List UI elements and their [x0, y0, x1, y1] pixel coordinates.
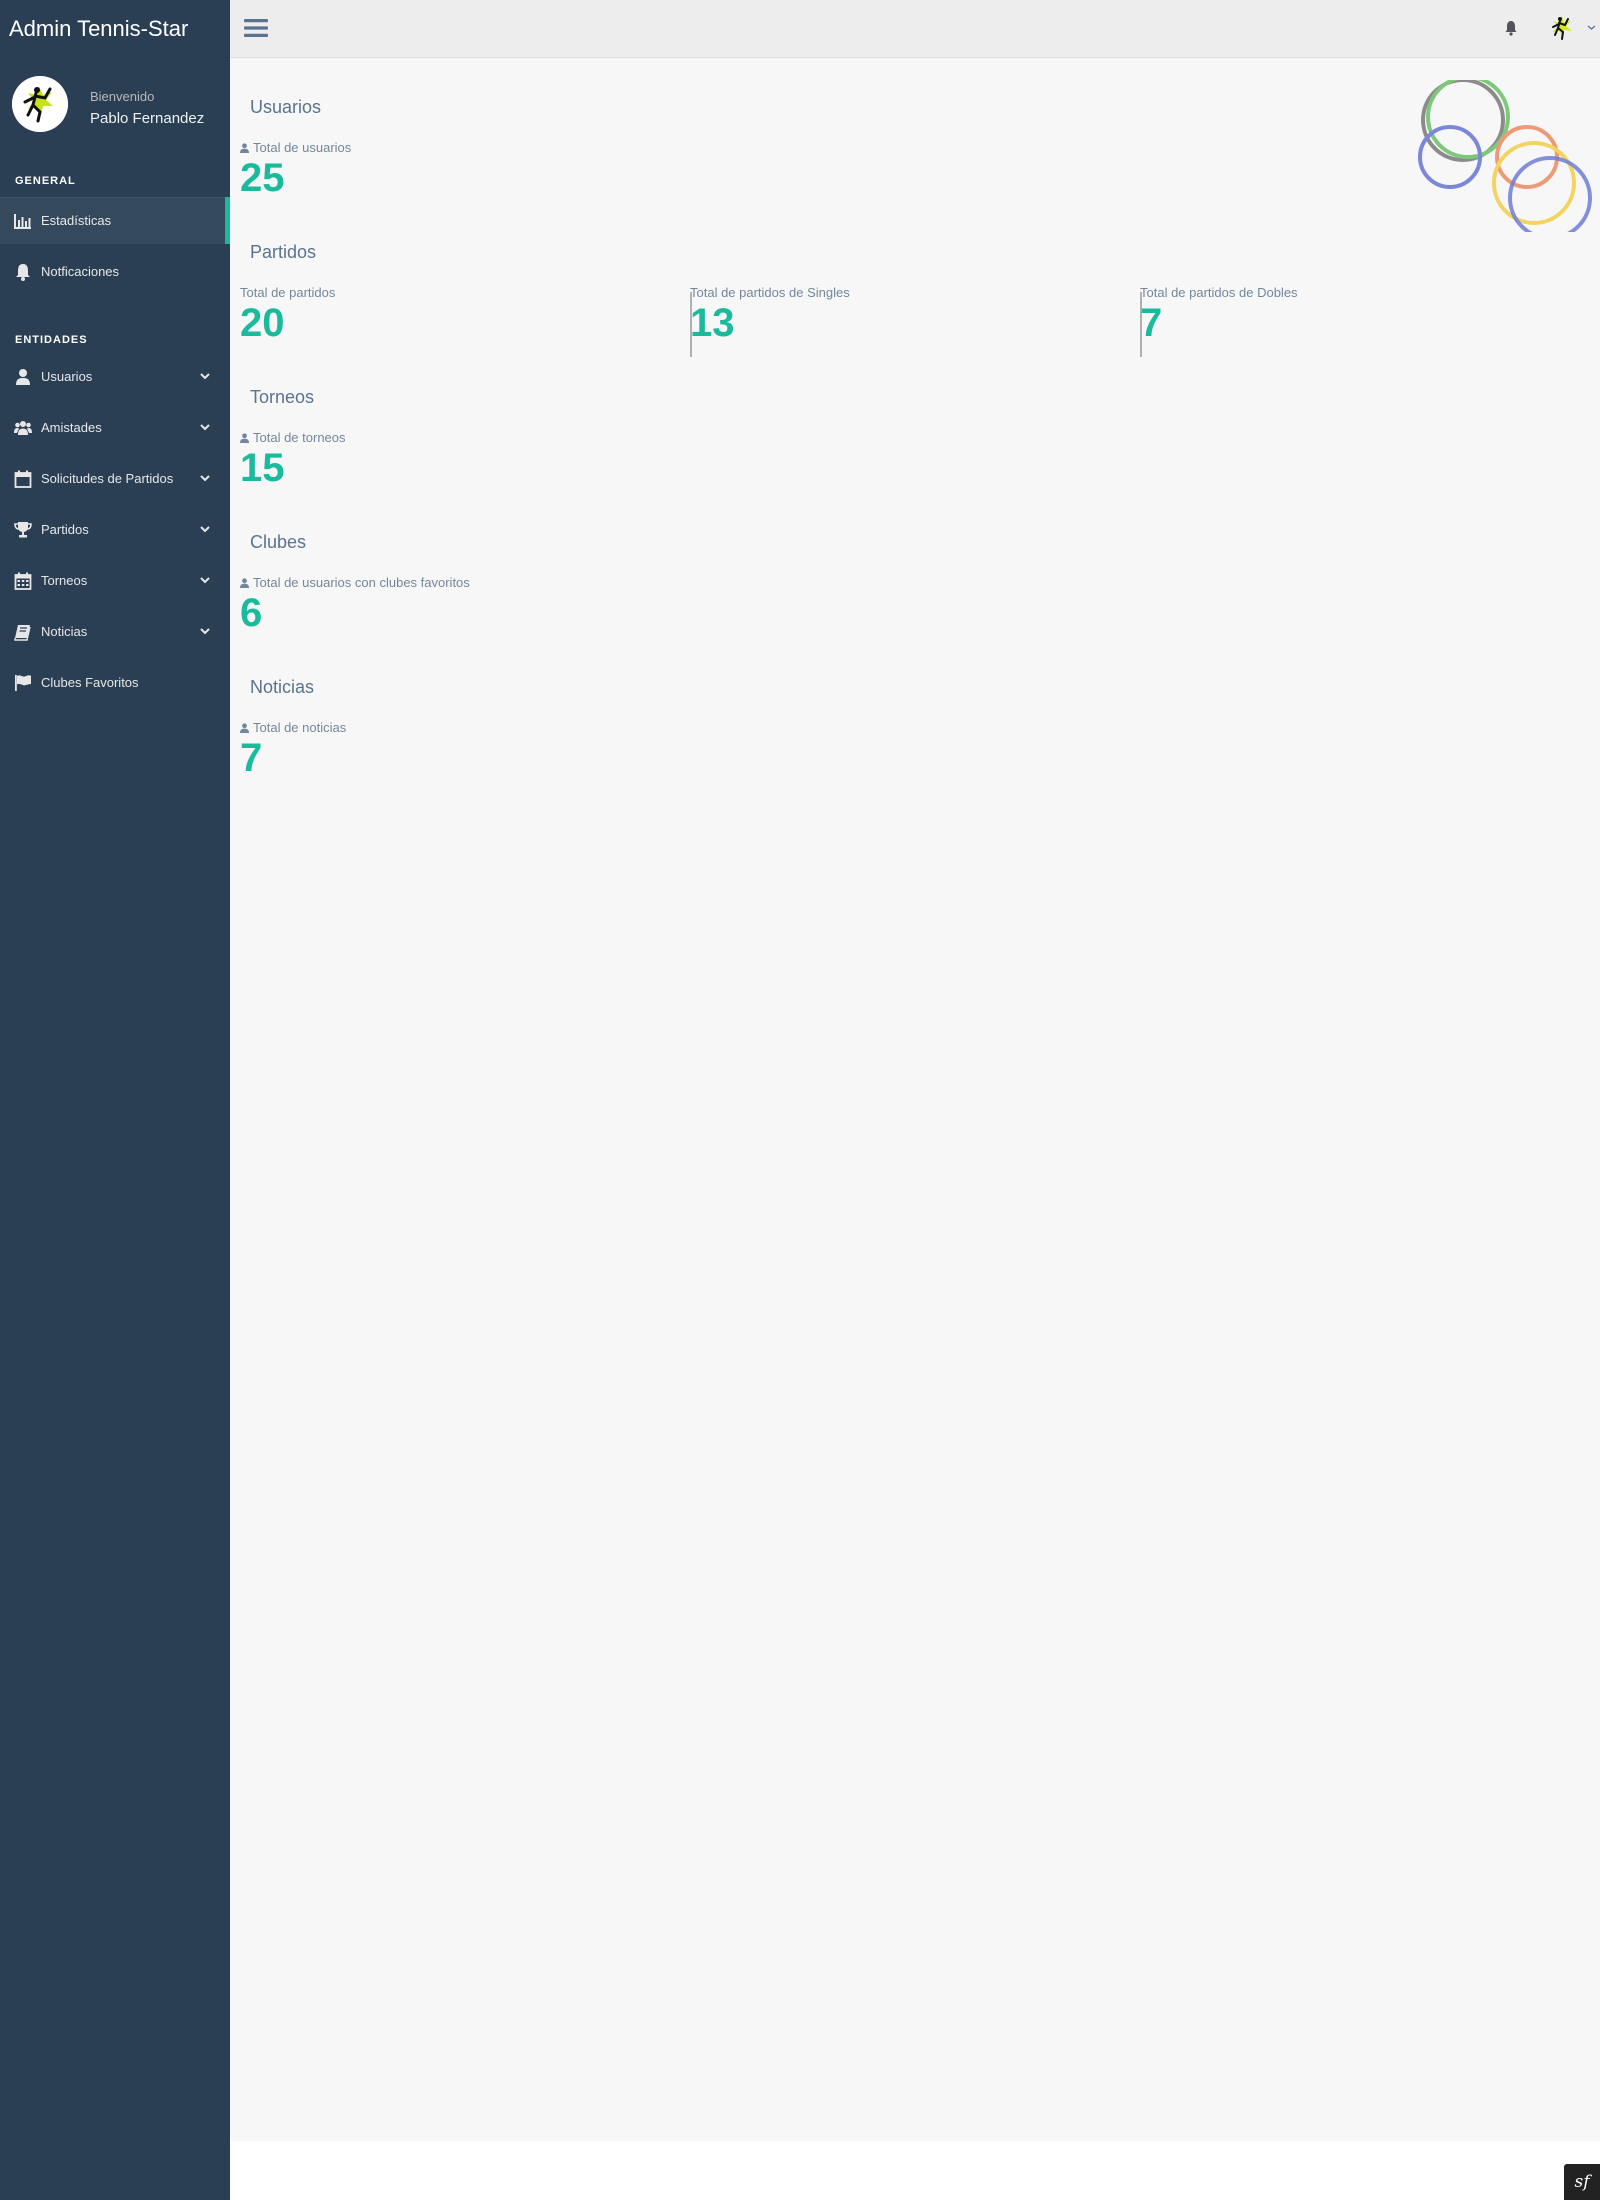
stat-tile-total-torneos: Total de torneos 15: [230, 430, 680, 510]
stat-tile-usuarios-clubes: Total de usuarios con clubes favoritos 6: [230, 575, 680, 655]
book-icon: [14, 625, 31, 641]
calendar-icon: [14, 470, 32, 488]
stat-caption: Total de partidos de Singles: [690, 285, 850, 300]
sidebar-item-noticias[interactable]: Noticias: [0, 608, 230, 655]
user-icon: [240, 143, 249, 153]
section-title-general: GENERAL: [15, 175, 76, 187]
bell-icon: [16, 264, 30, 281]
stat-caption: Total de partidos de Dobles: [1140, 285, 1298, 300]
stat-caption: Total de partidos: [240, 285, 336, 300]
section-title-clubes: Clubes: [250, 532, 307, 552]
stat-caption: Total de usuarios con clubes favoritos: [253, 575, 470, 590]
stat-value: 13: [690, 301, 735, 345]
user-dropdown-chevron-icon[interactable]: [1587, 24, 1596, 31]
stat-tile-partidos-singles: Total de partidos de Singles 13: [680, 285, 1130, 365]
main-content: Usuarios Total de usuarios 25 Partidos T…: [230, 58, 1600, 2141]
bar-chart-icon: [14, 214, 31, 229]
user-avatar[interactable]: [1548, 14, 1576, 42]
symfony-logo-icon: sf: [1574, 2172, 1590, 2192]
sidebar-item-partidos[interactable]: Partidos: [0, 506, 230, 553]
chevron-down-icon: [200, 628, 210, 635]
flag-icon: [15, 675, 31, 691]
brand-title[interactable]: Admin Tennis-Star: [0, 0, 230, 58]
menu-toggle-icon[interactable]: [244, 18, 268, 38]
stat-value: 7: [1140, 301, 1163, 345]
notifications-bell-icon[interactable]: [1504, 20, 1518, 36]
stat-caption: Total de torneos: [253, 430, 346, 445]
sidebar: Admin Tennis-Star Bienvenido Pablo Ferna…: [0, 0, 230, 2200]
sidebar-item-amistades[interactable]: Amistades: [0, 404, 230, 451]
user-icon: [16, 369, 30, 385]
sidebar-item-label: Amistades: [41, 420, 102, 435]
section-title-partidos: Partidos: [250, 242, 317, 262]
chevron-down-icon: [200, 526, 210, 533]
sidebar-item-clubes-favoritos[interactable]: Clubes Favoritos: [0, 659, 230, 706]
welcome-text: Bienvenido: [90, 89, 155, 104]
chevron-down-icon: [200, 475, 210, 482]
user-name: Pablo Fernandez: [90, 110, 205, 127]
section-title-torneos: Torneos: [250, 387, 315, 407]
menu-general: Estadísticas Notficaciones: [0, 197, 230, 299]
sidebar-item-label: Torneos: [41, 573, 88, 588]
decorative-rings-image: [1418, 80, 1592, 232]
trophy-icon: [14, 522, 32, 538]
section-title-usuarios: Usuarios: [250, 97, 322, 117]
sidebar-item-label: Clubes Favoritos: [41, 675, 139, 690]
chevron-down-icon: [200, 424, 210, 431]
sidebar-item-notificaciones[interactable]: Notficaciones: [0, 248, 230, 295]
sidebar-item-label: Notficaciones: [41, 264, 120, 279]
sidebar-item-estadisticas[interactable]: Estadísticas: [0, 197, 230, 244]
user-icon: [240, 433, 249, 443]
user-icon: [240, 578, 249, 588]
profile-panel: Bienvenido Pablo Fernandez: [0, 58, 230, 148]
chevron-down-icon: [200, 577, 210, 584]
users-icon: [14, 421, 32, 435]
stat-caption: Total de noticias: [253, 720, 347, 735]
stat-caption: Total de usuarios: [253, 140, 352, 155]
avatar[interactable]: [12, 76, 68, 132]
user-icon: [240, 723, 249, 733]
chevron-down-icon: [200, 373, 210, 380]
calendar-grid-icon: [14, 572, 32, 590]
section-title-entidades: ENTIDADES: [15, 334, 88, 346]
symfony-toolbar-toggle[interactable]: sf: [1564, 2164, 1600, 2200]
stat-tile-total-usuarios: Total de usuarios 25: [230, 140, 680, 220]
sidebar-item-label: Solicitudes de Partidos: [41, 471, 174, 486]
sidebar-item-label: Noticias: [41, 624, 88, 639]
stat-tile-total-partidos: Total de partidos 20: [230, 285, 680, 365]
stat-value: 7: [240, 736, 263, 780]
sidebar-item-torneos[interactable]: Torneos: [0, 557, 230, 604]
footer: sf: [230, 2141, 1600, 2200]
stat-tile-partidos-dobles: Total de partidos de Dobles 7: [1130, 285, 1580, 365]
stat-value: 15: [240, 446, 285, 490]
stat-value: 6: [240, 591, 263, 635]
sidebar-item-label: Usuarios: [41, 369, 93, 384]
sidebar-item-label: Partidos: [41, 522, 89, 537]
stat-tile-total-noticias: Total de noticias 7: [230, 720, 680, 800]
menu-entidades: Usuarios Amistades Solicitudes de Partid…: [0, 353, 230, 710]
stat-value: 25: [240, 156, 285, 200]
section-title-noticias: Noticias: [250, 677, 315, 697]
sidebar-item-solicitudes[interactable]: Solicitudes de Partidos: [0, 455, 230, 502]
sidebar-item-usuarios[interactable]: Usuarios: [0, 353, 230, 400]
sidebar-item-label: Estadísticas: [41, 213, 112, 228]
stat-value: 20: [240, 301, 285, 345]
top-nav: [230, 0, 1600, 58]
